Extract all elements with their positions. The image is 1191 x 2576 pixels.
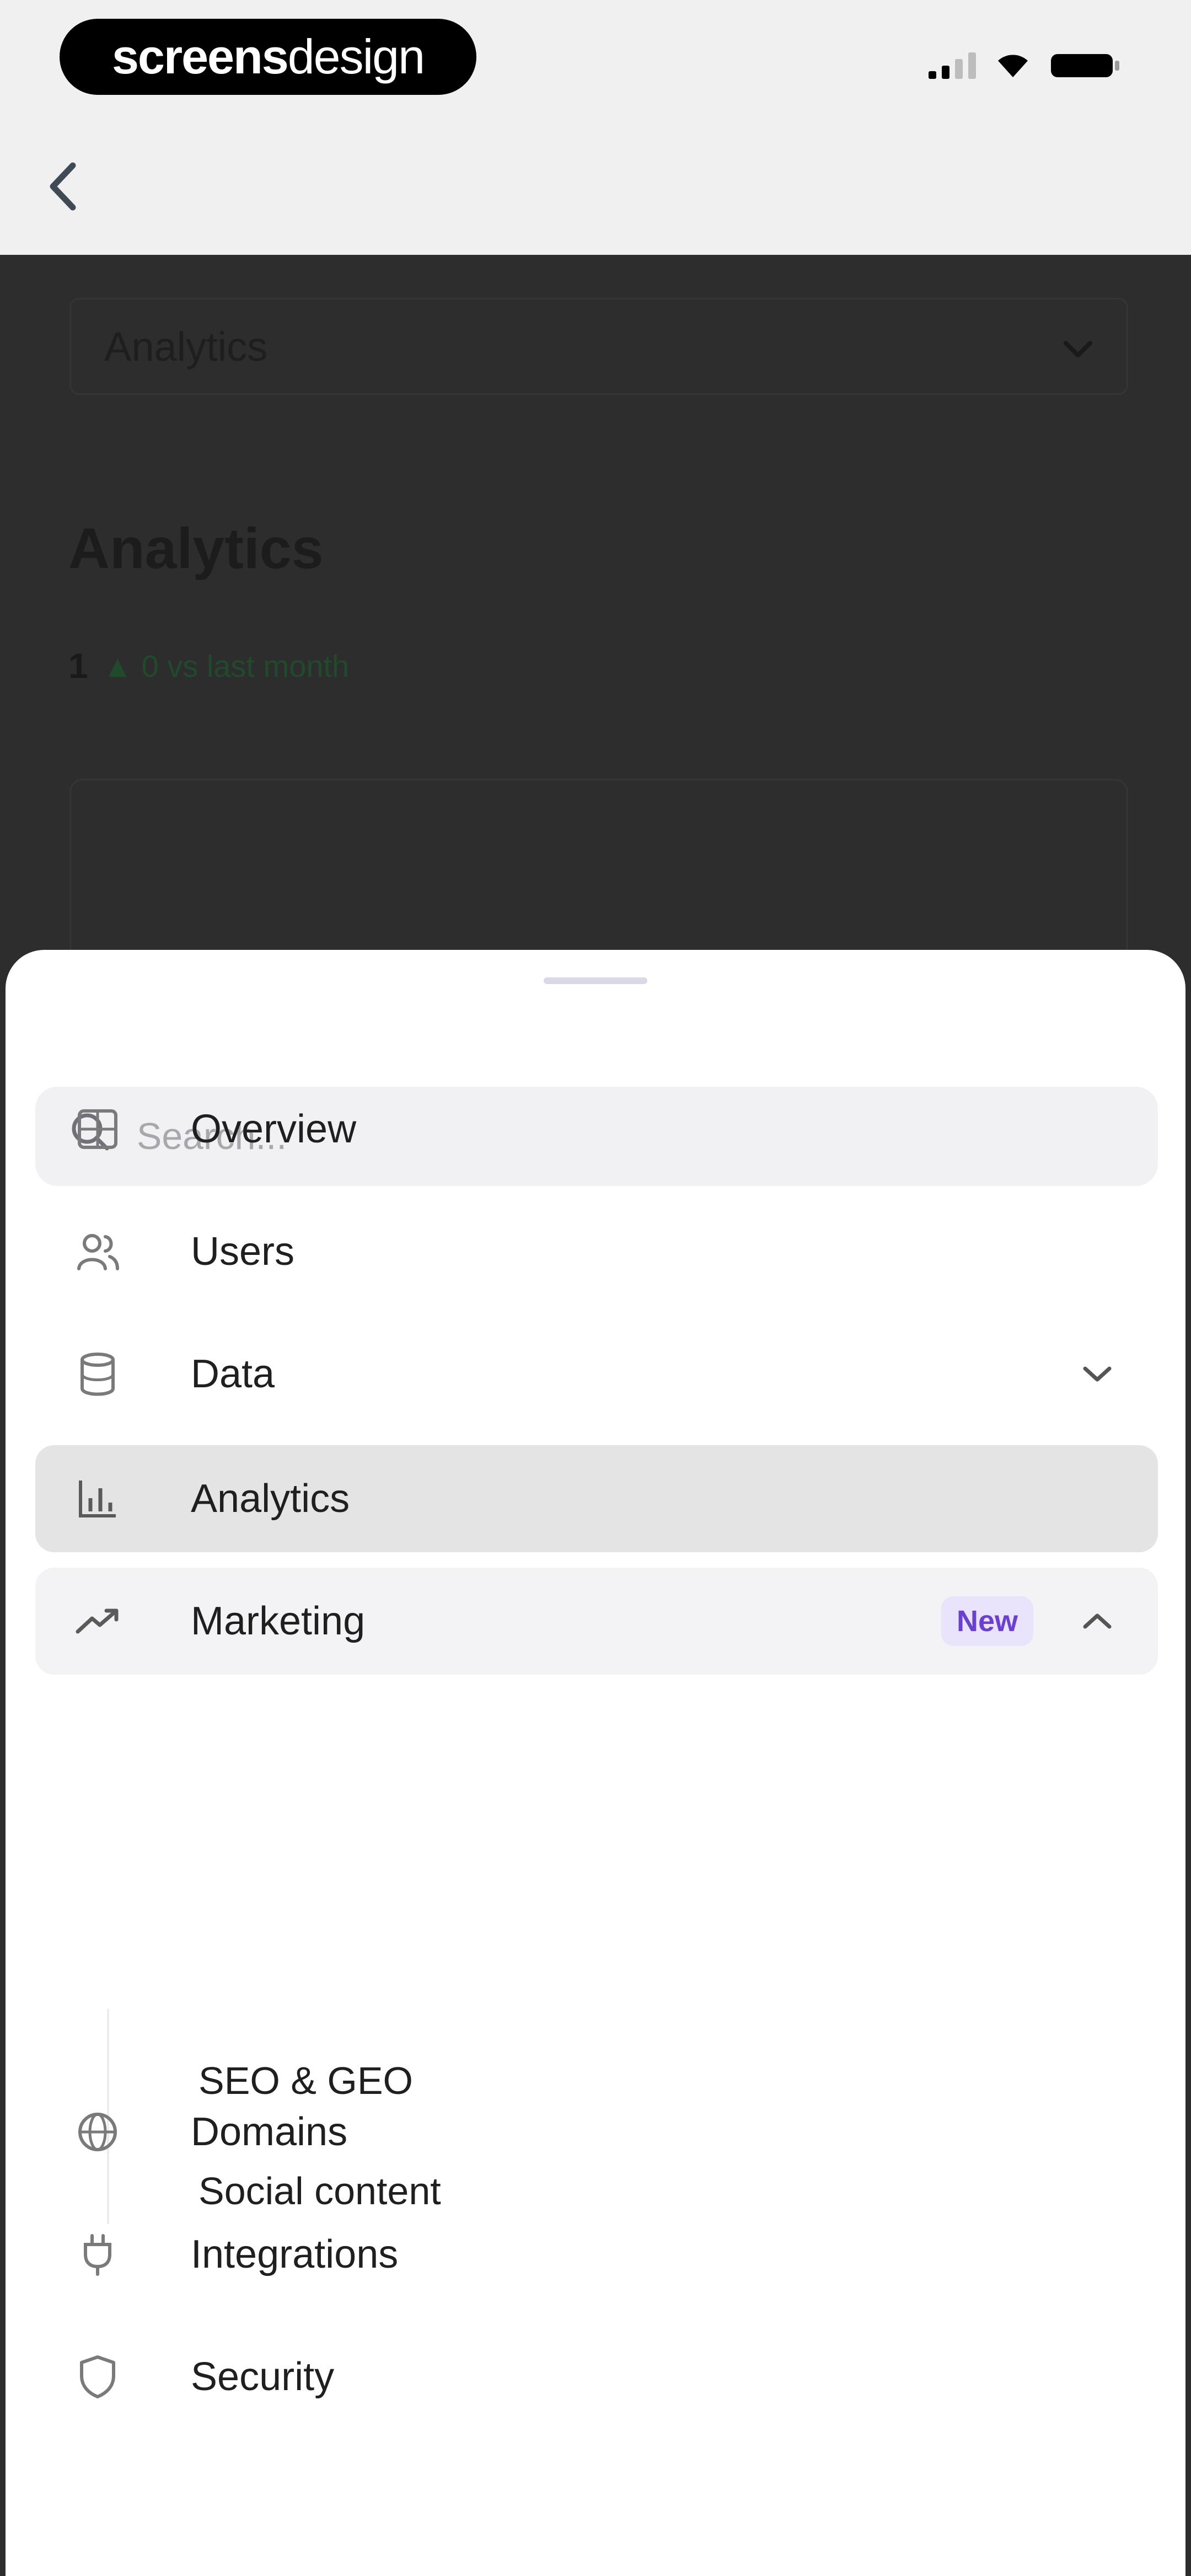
metric-summary: 1 ▲ 0 vs last month xyxy=(68,645,349,686)
section-dropdown-value: Analytics xyxy=(104,323,268,370)
navigation-sheet: Search... Overview Users Data Analytics … xyxy=(6,950,1185,2576)
database-icon xyxy=(73,1349,122,1399)
metric-delta: ▲ 0 vs last month xyxy=(102,648,350,683)
wifi-icon xyxy=(996,53,1030,78)
menu-item-marketing[interactable]: Marketing New xyxy=(35,1568,1158,1675)
brand-logo-bold: screens xyxy=(111,29,289,84)
brand-logo-thin: design xyxy=(287,29,425,84)
shield-icon xyxy=(73,2352,122,2402)
brand-logo: screens design xyxy=(60,19,476,95)
menu-item-label: Security xyxy=(191,2355,335,2399)
chevron-down-icon xyxy=(1063,323,1093,370)
chevron-up-icon[interactable] xyxy=(1080,1604,1115,1639)
chevron-left-icon xyxy=(45,160,81,216)
users-icon xyxy=(73,1227,122,1276)
menu-item-label: Analytics xyxy=(191,1477,350,1521)
menu-item-domains[interactable]: Domains xyxy=(35,2078,1158,2185)
menu-item-analytics[interactable]: Analytics xyxy=(35,1445,1158,1552)
menu-item-label: Domains xyxy=(191,2110,348,2154)
menu-item-label: Marketing xyxy=(191,1599,366,1643)
page-title: Analytics xyxy=(68,517,324,581)
menu-item-label: Integrations xyxy=(191,2232,399,2276)
bar-chart-icon xyxy=(73,1474,122,1524)
menu-item-security[interactable]: Security xyxy=(35,2323,1158,2430)
menu-item-users[interactable]: Users xyxy=(35,1198,1158,1305)
app-screen: screens design Analytics Analytics 1 ▲ 0… xyxy=(0,0,1191,2576)
status-bar xyxy=(929,51,1120,81)
top-bar: screens design xyxy=(0,0,1191,255)
chevron-down-icon[interactable] xyxy=(1080,1356,1115,1392)
menu-item-integrations[interactable]: Integrations xyxy=(35,2201,1158,2308)
cellular-signal-icon xyxy=(929,52,976,79)
back-button[interactable] xyxy=(45,154,89,221)
menu-item-label: Users xyxy=(191,1230,295,1274)
battery-icon xyxy=(1050,51,1120,81)
menu-item-label: Overview xyxy=(191,1107,357,1151)
menu-item-overview[interactable]: Overview xyxy=(35,1076,1158,1183)
trend-icon xyxy=(73,1596,122,1646)
new-badge: New xyxy=(941,1596,1033,1646)
menu-item-data[interactable]: Data xyxy=(35,1321,1158,1428)
plug-icon xyxy=(73,2230,122,2279)
sheet-drag-handle[interactable] xyxy=(544,977,647,984)
globe-icon xyxy=(73,2107,122,2157)
menu-item-label: Data xyxy=(191,1352,275,1396)
grid-icon xyxy=(73,1104,122,1154)
metric-value: 1 xyxy=(68,646,88,686)
section-dropdown: Analytics xyxy=(69,298,1128,395)
